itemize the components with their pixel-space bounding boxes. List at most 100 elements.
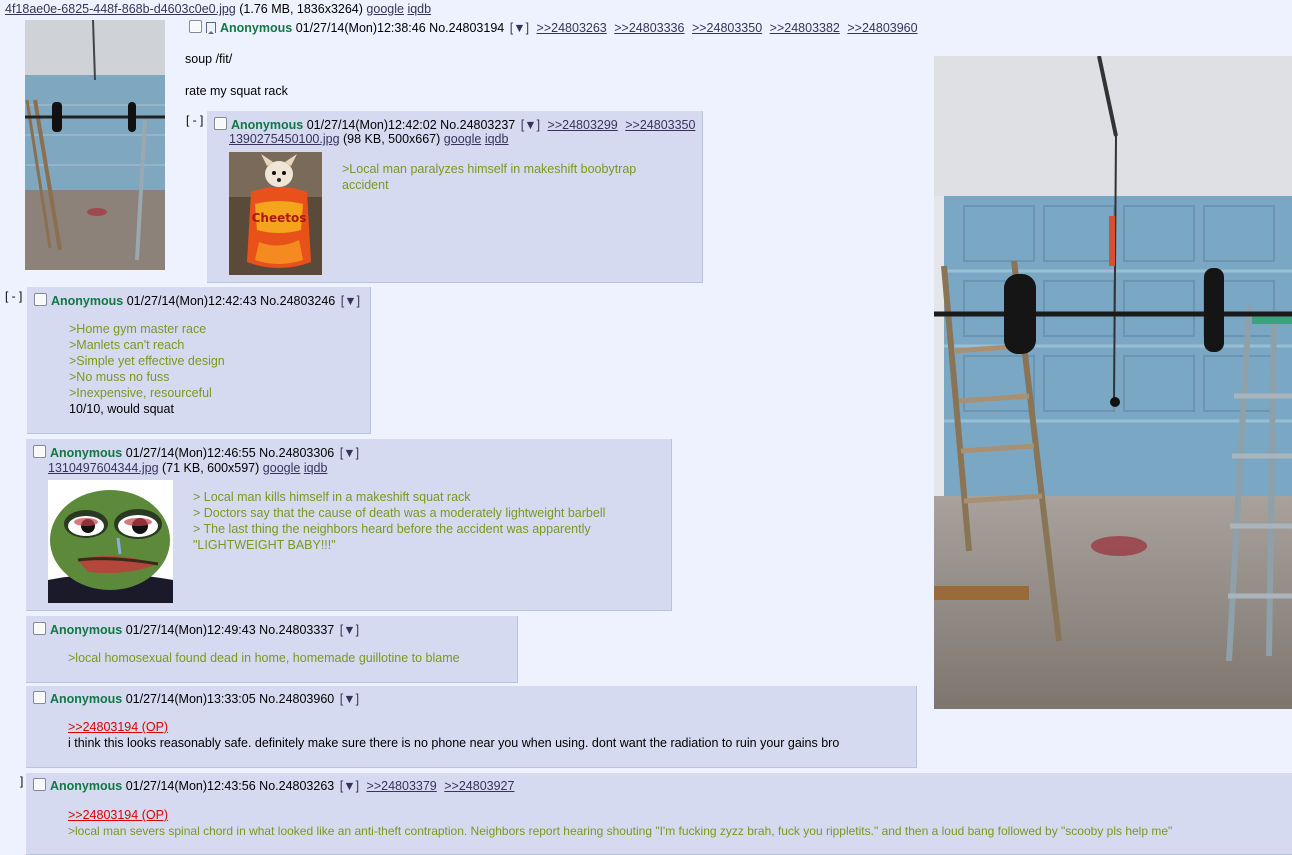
op-quote-link[interactable]: >>24803194 (OP) bbox=[68, 807, 1172, 823]
bracket-mark: ] bbox=[20, 774, 24, 788]
squat-rack-full-image bbox=[934, 56, 1292, 709]
poster-name: Anonymous bbox=[231, 118, 304, 132]
op-menu-button[interactable]: [▼] bbox=[510, 21, 529, 35]
greentext-line: >Inexpensive, resourceful bbox=[69, 386, 212, 400]
dog-in-chips-bag-image: Cheetos bbox=[229, 152, 322, 275]
op-post-number[interactable]: No.24803194 bbox=[429, 21, 504, 35]
post-datetime: 01/27/14(Mon)12:42:02 bbox=[306, 118, 437, 132]
post-datetime: 01/27/14(Mon)12:42:43 bbox=[126, 294, 257, 308]
op-comment-line: rate my squat rack bbox=[185, 84, 288, 98]
greentext-line: accident bbox=[342, 178, 389, 192]
reply-post: Anonymous 01/27/14(Mon)12:43:56 No.24803… bbox=[26, 773, 1292, 855]
collapse-toggle[interactable]: [ - ] bbox=[186, 113, 203, 127]
post-header: Anonymous 01/27/14(Mon)12:42:02 No.24803… bbox=[214, 117, 695, 132]
greentext-line: >Manlets can't reach bbox=[69, 338, 185, 352]
reply-post: Anonymous 01/27/14(Mon)12:49:43 No.24803… bbox=[26, 616, 518, 683]
post-number[interactable]: No.24803246 bbox=[260, 294, 335, 308]
op-file-info: 4f18ae0e-6825-448f-868b-d4603c0e0.jpg (1… bbox=[5, 2, 431, 16]
post-header: Anonymous 01/27/14(Mon)12:42:43 No.24803… bbox=[34, 293, 360, 308]
file-info: 1310497604344.jpg (71 KB, 600x597) googl… bbox=[48, 461, 327, 475]
op-backlink[interactable]: >>24803336 bbox=[614, 21, 684, 35]
greentext-line: "LIGHTWEIGHT BABY!!!" bbox=[193, 538, 336, 552]
greentext-line: >local homosexual found dead in home, ho… bbox=[68, 651, 460, 665]
post-comment: >local homosexual found dead in home, ho… bbox=[68, 650, 460, 666]
post-menu-button[interactable]: [▼] bbox=[340, 692, 359, 706]
poster-name: Anonymous bbox=[50, 779, 123, 793]
poster-name: Anonymous bbox=[50, 446, 123, 460]
reply-post: Anonymous 01/27/14(Mon)12:42:43 No.24803… bbox=[27, 287, 371, 434]
greentext-line: >Local man paralyzes himself in makeshif… bbox=[342, 162, 637, 176]
poster-name: Anonymous bbox=[50, 623, 123, 637]
post-menu-button[interactable]: [▼] bbox=[341, 294, 360, 308]
post-menu-button[interactable]: [▼] bbox=[340, 446, 359, 460]
file-link[interactable]: 1390275450100.jpg bbox=[229, 132, 340, 146]
collapse-toggle[interactable]: [ - ] bbox=[5, 289, 22, 303]
post-menu-button[interactable]: [▼] bbox=[340, 779, 359, 793]
post-comment: >Local man paralyzes himself in makeshif… bbox=[342, 161, 636, 193]
reply-post: Anonymous 01/27/14(Mon)12:46:55 No.24803… bbox=[26, 439, 672, 611]
post-checkbox[interactable] bbox=[33, 778, 46, 791]
post-menu-button[interactable]: [▼] bbox=[521, 118, 540, 132]
op-backlink[interactable]: >>24803263 bbox=[537, 21, 607, 35]
post-number[interactable]: No.24803237 bbox=[440, 118, 515, 132]
chips-bag-logo: Cheetos bbox=[252, 211, 307, 225]
post-header: Anonymous 01/27/14(Mon)12:43:56 No.24803… bbox=[33, 778, 514, 793]
op-backlink[interactable]: >>24803382 bbox=[770, 21, 840, 35]
greentext-line: > Local man kills himself in a makeshift… bbox=[193, 490, 471, 504]
post-menu-button[interactable]: [▼] bbox=[340, 623, 359, 637]
op-header: Anonymous 01/27/14(Mon)12:38:46 No.24803… bbox=[189, 20, 918, 35]
op-google-link[interactable]: google bbox=[366, 2, 404, 16]
iqdb-link[interactable]: iqdb bbox=[304, 461, 328, 475]
bookmark-icon[interactable] bbox=[206, 22, 216, 34]
google-link[interactable]: google bbox=[444, 132, 482, 146]
post-datetime: 01/27/14(Mon)12:49:43 bbox=[125, 623, 256, 637]
file-info: 1390275450100.jpg (98 KB, 500x667) googl… bbox=[229, 132, 508, 146]
op-file-link[interactable]: 4f18ae0e-6825-448f-868b-d4603c0e0.jpg bbox=[5, 2, 236, 16]
op-poster-name: Anonymous bbox=[220, 21, 293, 35]
post-number[interactable]: No.24803960 bbox=[259, 692, 334, 706]
op-comment-line: soup /fit/ bbox=[185, 52, 233, 66]
file-thumbnail[interactable] bbox=[48, 480, 173, 603]
google-link[interactable]: google bbox=[263, 461, 301, 475]
file-link[interactable]: 1310497604344.jpg bbox=[48, 461, 159, 475]
reply-post: Anonymous 01/27/14(Mon)12:42:02 No.24803… bbox=[207, 111, 703, 283]
expanded-image-preview bbox=[934, 56, 1292, 709]
file-meta: (98 KB, 500x667) bbox=[343, 132, 441, 146]
crying-frog-image bbox=[48, 480, 173, 603]
op-backlink[interactable]: >>24803960 bbox=[847, 21, 917, 35]
post-checkbox[interactable] bbox=[33, 622, 46, 635]
backlink[interactable]: >>24803350 bbox=[625, 118, 695, 132]
backlink[interactable]: >>24803379 bbox=[367, 779, 437, 793]
post-number[interactable]: No.24803263 bbox=[259, 779, 334, 793]
op-iqdb-link[interactable]: iqdb bbox=[407, 2, 431, 16]
op-file-meta: (1.76 MB, 1836x3264) bbox=[239, 2, 363, 16]
post-comment: >>24803194 (OP) i think this looks reaso… bbox=[68, 719, 839, 751]
post-checkbox[interactable] bbox=[33, 445, 46, 458]
reply-post: Anonymous 01/27/14(Mon)13:33:05 No.24803… bbox=[26, 686, 917, 768]
comment-line: 10/10, would squat bbox=[69, 402, 174, 416]
op-backlink[interactable]: >>24803350 bbox=[692, 21, 762, 35]
post-number[interactable]: No.24803337 bbox=[259, 623, 334, 637]
op-thumbnail[interactable] bbox=[25, 20, 165, 270]
post-comment: >>24803194 (OP) >local man severs spinal… bbox=[68, 807, 1172, 839]
backlink[interactable]: >>24803927 bbox=[444, 779, 514, 793]
post-datetime: 01/27/14(Mon)13:33:05 bbox=[125, 692, 256, 706]
iqdb-link[interactable]: iqdb bbox=[485, 132, 509, 146]
greentext-line: >local man severs spinal chord in what l… bbox=[68, 824, 1173, 838]
post-comment: > Local man kills himself in a makeshift… bbox=[193, 489, 605, 553]
post-checkbox[interactable] bbox=[34, 293, 47, 306]
post-number[interactable]: No.24803306 bbox=[259, 446, 334, 460]
backlink[interactable]: >>24803299 bbox=[548, 118, 618, 132]
comment-line: i think this looks reasonably safe. defi… bbox=[68, 736, 840, 750]
post-checkbox[interactable] bbox=[33, 691, 46, 704]
op-comment: soup /fit/ rate my squat rack bbox=[185, 51, 288, 99]
greentext-line: > The last thing the neighbors heard bef… bbox=[193, 522, 591, 536]
file-thumbnail[interactable]: Cheetos bbox=[229, 152, 322, 275]
op-quote-link[interactable]: >>24803194 (OP) bbox=[68, 719, 839, 735]
greentext-line: >Home gym master race bbox=[69, 322, 207, 336]
post-datetime: 01/27/14(Mon)12:46:55 bbox=[125, 446, 256, 460]
poster-name: Anonymous bbox=[51, 294, 124, 308]
post-header: Anonymous 01/27/14(Mon)12:49:43 No.24803… bbox=[33, 622, 359, 637]
post-checkbox[interactable] bbox=[214, 117, 227, 130]
op-checkbox[interactable] bbox=[189, 20, 202, 33]
